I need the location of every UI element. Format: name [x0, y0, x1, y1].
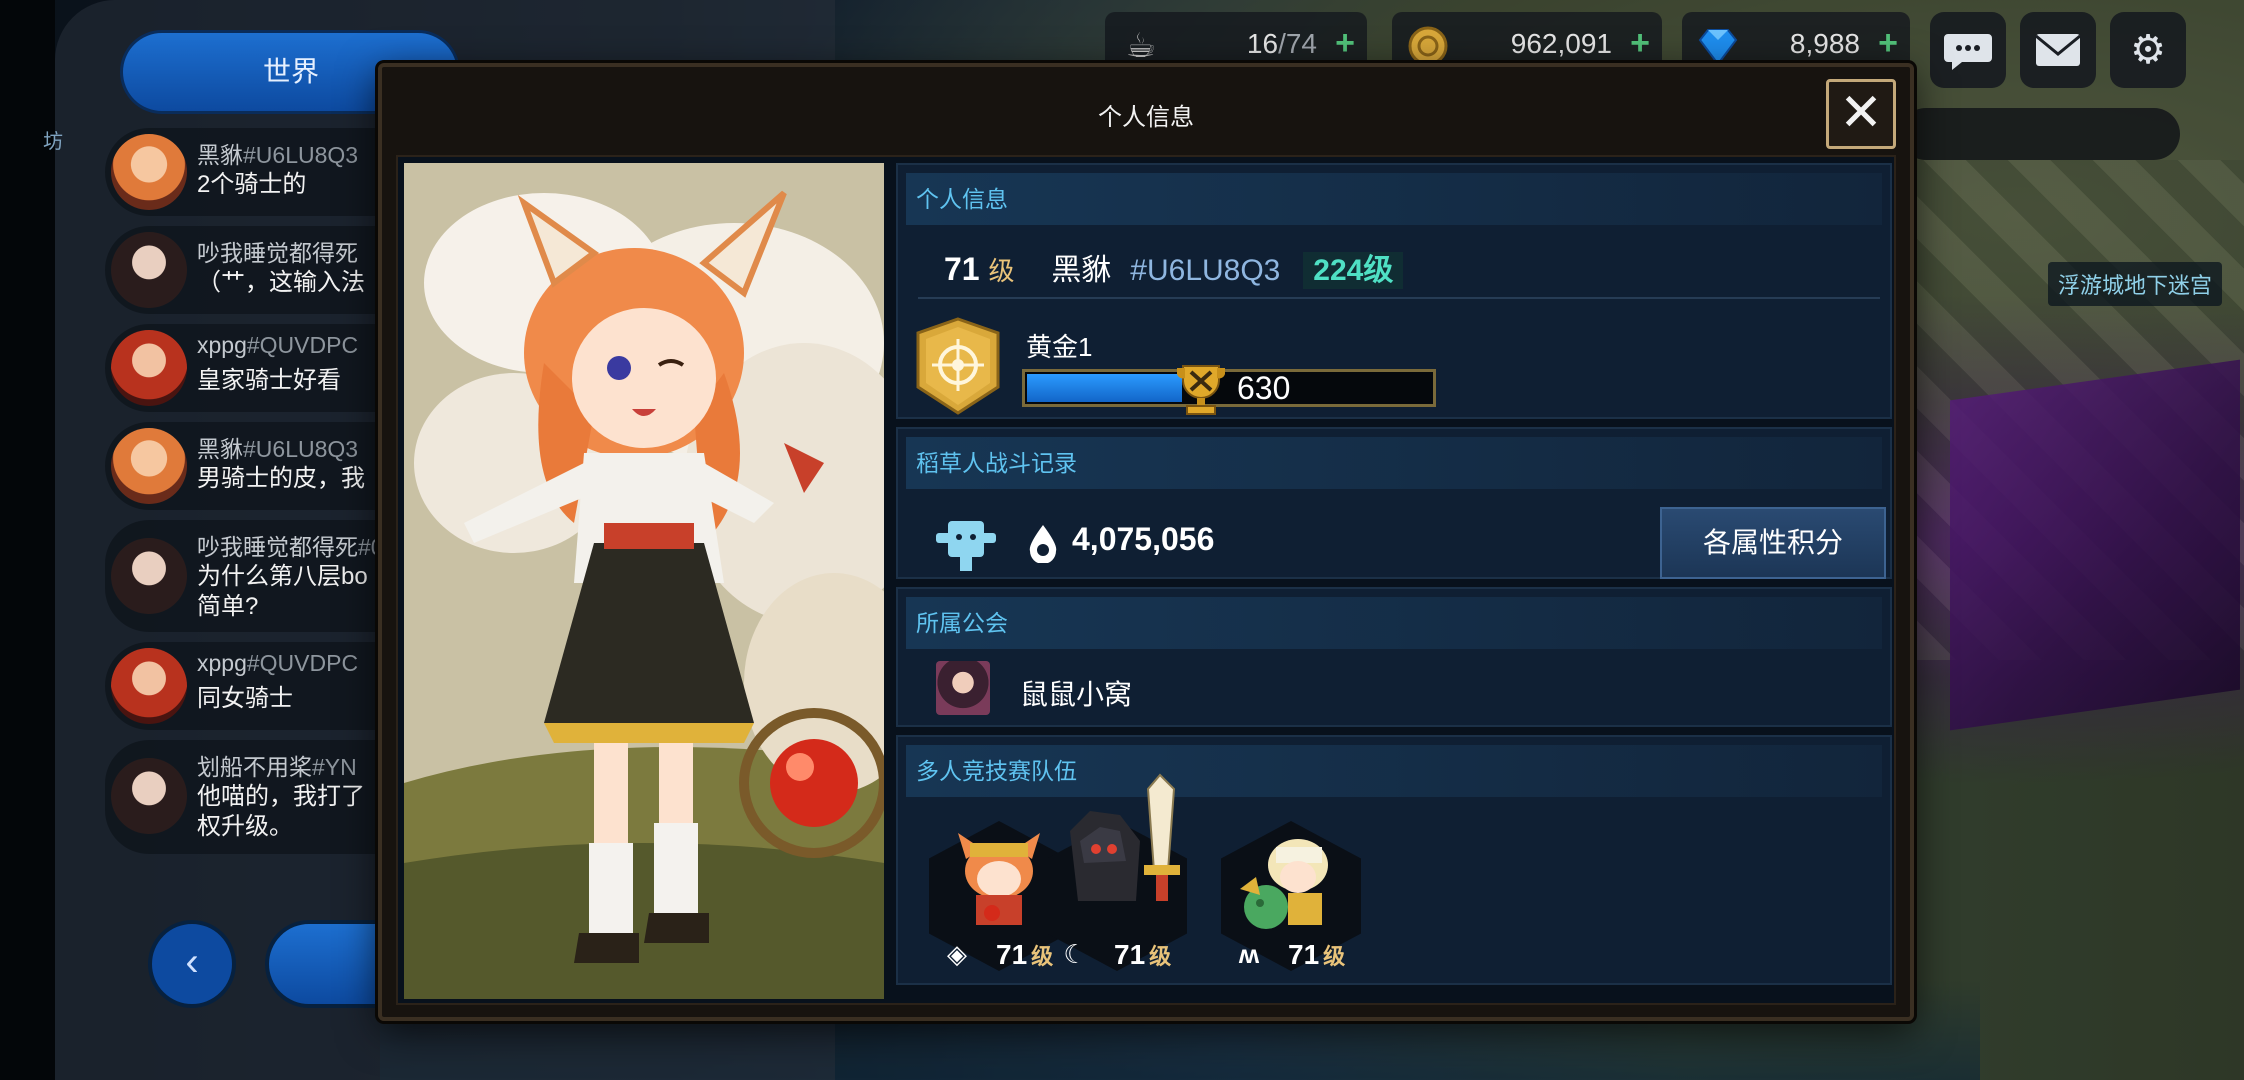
rank-tier: 黄金1 — [1026, 332, 1093, 362]
rank-progress-bar: 630 — [1022, 365, 1436, 415]
scarecrow-section: 稻草人战斗记录 4,075,056 各属性积分 — [896, 427, 1892, 579]
team-hero[interactable]: ʍ 71 级 — [1216, 811, 1366, 981]
moon-class-icon: ☾ — [1063, 939, 1087, 969]
avatar[interactable] — [111, 428, 187, 504]
gem-value: 8,988 — [1789, 28, 1860, 59]
modal-body: 个人信息 71 级 黑貅 #U6LU8Q3 224级 黄金1 630 稻草人战斗… — [396, 155, 1896, 1005]
avatar[interactable] — [111, 330, 187, 406]
profile-info: 个人信息 71 级 黑貅 #U6LU8Q3 224级 黄金1 630 稻草人战斗… — [896, 163, 1892, 993]
coin-icon — [1406, 24, 1450, 68]
rank-points: 630 — [1237, 370, 1291, 406]
avatar[interactable] — [111, 538, 187, 614]
hero-level: 71 — [944, 251, 980, 287]
coffee-icon: ☕ — [1125, 27, 1157, 65]
fox-hero-sprite — [958, 833, 1040, 925]
scarecrow-icon — [936, 521, 996, 571]
chat-sender: 划船不用桨#YN — [197, 754, 357, 780]
dark-knight-sprite — [1070, 773, 1180, 901]
arena-team: ◈ 71 级 ☾ 71 级 ʍ 71 级 — [924, 773, 1444, 987]
guild-name[interactable]: 鼠鼠小窝 — [1020, 673, 1132, 713]
gold-hair-hero-sprite — [1240, 839, 1328, 929]
guild-emblem-icon[interactable] — [936, 661, 990, 715]
rank-progress-fill — [1027, 374, 1183, 402]
mountain-class-icon: ʍ — [1238, 939, 1260, 969]
chat-text: （艹，这输入法 — [197, 269, 365, 296]
ranged-class-icon: ◈ — [947, 939, 967, 969]
attribute-scores-button[interactable]: 各属性积分 — [1660, 507, 1886, 579]
trophy-icon — [1177, 365, 1225, 415]
section-title: 个人信息 — [906, 173, 1882, 225]
divider — [918, 297, 1880, 299]
section-title: 稻草人战斗记录 — [906, 437, 1882, 489]
avatar[interactable] — [111, 232, 187, 308]
add-stamina-button[interactable]: + — [1335, 24, 1355, 63]
chat-sender: xppg#QUVDPC — [197, 650, 359, 676]
chat-text: 他喵的，我打了 权升级。 — [197, 783, 365, 840]
gear-icon[interactable]: ⚙ — [2110, 12, 2186, 88]
chat-text: 同女骑士 — [197, 685, 293, 712]
modal-title: 个人信息 — [1098, 104, 1194, 131]
hero-level: 71 级 — [1288, 939, 1346, 970]
arena-team-section: 多人竞技赛队伍 ◈ 71 级 ☾ 71 级 ʍ 71 级 — [896, 735, 1892, 985]
chevron-left-icon[interactable]: ‹ — [148, 920, 236, 1008]
chat-text: 为什么第八层bo 简单? — [197, 563, 368, 620]
gold-rank-shield-icon — [916, 317, 1000, 415]
player-identity: 71 级 黑貅 #U6LU8Q3 224级 — [944, 245, 1404, 289]
mail-icon[interactable] — [2020, 12, 2096, 88]
quest-bar[interactable] — [1900, 108, 2180, 160]
stamina-max: /74 — [1278, 28, 1317, 59]
chat-text: 男骑士的皮，我 — [197, 465, 365, 492]
guild-section: 所属公会 鼠鼠小窝 — [896, 587, 1892, 727]
chat-sender: 吵我睡觉都得死#0 — [197, 534, 384, 560]
gem-icon — [1696, 24, 1740, 68]
account-level: 224级 — [1303, 252, 1404, 289]
section-title: 所属公会 — [906, 597, 1882, 649]
avatar[interactable] — [111, 758, 187, 834]
chat-text: 皇家骑士好看 — [197, 367, 341, 394]
team-hero[interactable]: ☾ 71 级 — [1042, 771, 1192, 981]
profile-section: 个人信息 71 级 黑貅 #U6LU8Q3 224级 黄金1 630 — [896, 163, 1892, 419]
gold-value: 962,091 — [1510, 28, 1612, 59]
damage-drop-icon — [1029, 525, 1057, 563]
player-name: 黑貅 — [1051, 254, 1112, 287]
character-portrait — [404, 163, 884, 999]
stamina-current: 16 — [1246, 28, 1279, 59]
scarecrow-score: 4,075,056 — [1072, 521, 1215, 557]
add-gem-button[interactable]: + — [1878, 24, 1898, 63]
chat-sender: 吵我睡觉都得死 — [197, 240, 358, 266]
player-tag: #U6LU8Q3 — [1130, 254, 1281, 287]
avatar[interactable] — [111, 648, 187, 724]
hero-level: 71 级 — [1114, 939, 1172, 970]
level-suffix: 级 — [988, 256, 1015, 286]
chat-bubble-icon[interactable] — [1930, 12, 2006, 88]
chat-sender: 黑貅#U6LU8Q3 — [197, 142, 359, 168]
chat-sender: xppg#QUVDPC — [197, 332, 359, 358]
chat-text: 2个骑士的 — [197, 171, 307, 198]
avatar[interactable] — [111, 134, 187, 210]
chat-sender: 黑貅#U6LU8Q3 — [197, 436, 359, 462]
chat-location-label: 坊 — [43, 131, 63, 153]
close-icon[interactable]: ✕ — [1826, 79, 1896, 149]
fox-girl-illustration — [404, 163, 884, 999]
profile-modal: 个人信息 ✕ 个人信息 71 级 黑貅 #U6LU8Q3 224级 黄金1 63… — [378, 63, 1914, 1021]
add-gold-button[interactable]: + — [1630, 24, 1650, 63]
map-location-label[interactable]: 浮游城地下迷宫 — [2048, 262, 2223, 306]
